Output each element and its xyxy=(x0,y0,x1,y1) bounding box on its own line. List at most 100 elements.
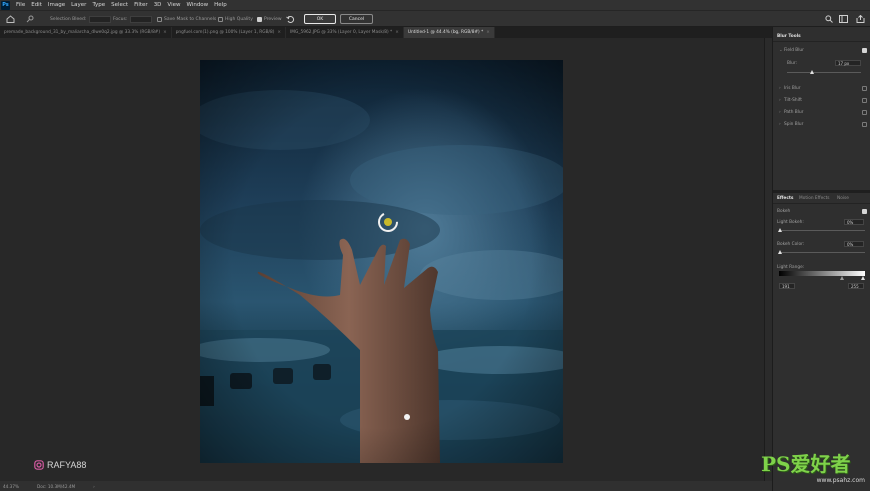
preview-checkbox[interactable] xyxy=(257,17,262,22)
status-bar: 44.37% Doc: 10.3M/42.4M › xyxy=(0,481,772,491)
doc-size: Doc: 10.3M/42.4M xyxy=(37,483,76,489)
light-bokeh-thumb[interactable] xyxy=(778,228,782,232)
tab-document-4[interactable]: Untitled-1 @ 44.4% (bg, RGB/8#) * × xyxy=(403,27,495,38)
instagram-icon xyxy=(34,460,44,470)
iris-blur-row[interactable]: › Iris Blur xyxy=(779,84,867,92)
tab-document-3[interactable]: IMG_5962.JPG @ 33% (Layer 0, Layer Mask/… xyxy=(286,27,404,38)
tab-label: pngfuel.com(1).png @ 100% (Layer 1, RGB/… xyxy=(175,30,275,35)
field-blur-checkbox[interactable] xyxy=(862,47,867,53)
tab-motion-effects[interactable]: Motion Effects xyxy=(799,193,830,203)
zoom-level[interactable]: 44.37% xyxy=(3,484,31,489)
tab-noise[interactable]: Noise xyxy=(837,193,849,203)
focus-option: Focus: xyxy=(113,15,153,24)
selection-bleed-option: Selection Bleed: xyxy=(50,15,112,24)
focus-label: Focus: xyxy=(113,17,128,22)
save-mask-label: Save Mask to Channels xyxy=(164,17,217,22)
tab-document-1[interactable]: premade_background_31_by_maliarcha_dlwe0… xyxy=(0,27,172,38)
menu-select[interactable]: Select xyxy=(111,2,128,8)
workspace-icon[interactable] xyxy=(839,15,848,23)
path-blur-label: Path Blur xyxy=(784,109,804,115)
status-chevron-icon[interactable]: › xyxy=(93,484,95,489)
spin-blur-label: Spin Blur xyxy=(784,121,804,127)
watermark-name: RAFYA88 xyxy=(47,460,87,470)
iris-blur-label: Iris Blur xyxy=(784,85,801,91)
selection-bleed-field[interactable] xyxy=(89,16,112,23)
path-blur-row[interactable]: › Path Blur xyxy=(779,108,867,116)
close-icon[interactable]: × xyxy=(277,30,281,35)
high-quality-checkbox[interactable] xyxy=(218,17,223,22)
menu-bar: Ps File Edit Image Layer Type Select Fil… xyxy=(0,0,870,10)
save-mask-checkbox[interactable] xyxy=(157,17,162,22)
bokeh-checkbox[interactable] xyxy=(862,208,867,214)
blur-slider-track[interactable] xyxy=(787,72,861,73)
bokeh-color-thumb[interactable] xyxy=(778,250,782,254)
stormy-sea-hand-image xyxy=(200,60,563,463)
menu-type[interactable]: Type xyxy=(92,2,105,8)
preview-option[interactable]: Preview xyxy=(257,15,282,24)
blur-tools-title[interactable]: Blur Tools xyxy=(777,31,801,41)
bokeh-color-label: Bokeh Color: xyxy=(777,242,805,247)
selection-bleed-label: Selection Bleed: xyxy=(50,17,87,22)
tab-effects[interactable]: Effects xyxy=(777,193,794,203)
spin-blur-checkbox[interactable] xyxy=(862,121,867,127)
light-range-high-thumb[interactable] xyxy=(861,276,865,280)
site-watermark: PS爱好者 www.psahz.com xyxy=(761,448,869,486)
tab-document-2[interactable]: pngfuel.com(1).png @ 100% (Layer 1, RGB/… xyxy=(172,27,287,38)
light-range-gradient xyxy=(779,271,865,276)
menu-edit[interactable]: Edit xyxy=(31,2,42,8)
menu-layer[interactable]: Layer xyxy=(71,2,86,8)
focus-field[interactable] xyxy=(130,16,153,23)
close-icon[interactable]: × xyxy=(486,30,490,35)
bokeh-color-slider[interactable] xyxy=(779,252,865,253)
path-blur-checkbox[interactable] xyxy=(862,109,867,115)
vertical-scrollbar[interactable] xyxy=(764,38,772,481)
menu-view[interactable]: View xyxy=(167,2,180,8)
photoshop-logo-icon[interactable]: Ps xyxy=(1,0,10,10)
light-range-label: Light Range: xyxy=(777,265,805,270)
light-range-high-field[interactable]: 255 xyxy=(848,283,864,289)
bokeh-label: Bokeh xyxy=(777,208,791,214)
cancel-button[interactable]: Cancel xyxy=(340,14,373,24)
light-range-low-thumb[interactable] xyxy=(840,276,844,280)
light-bokeh-slider[interactable] xyxy=(779,230,865,231)
search-icon[interactable] xyxy=(825,15,833,23)
menu-3d[interactable]: 3D xyxy=(154,2,162,8)
bokeh-row[interactable]: Bokeh xyxy=(777,207,867,215)
tab-label: IMG_5962.JPG @ 33% (Layer 0, Layer Mask/… xyxy=(290,30,393,35)
site-url: www.psahz.com xyxy=(816,477,865,484)
blur-slider-thumb[interactable] xyxy=(809,70,814,74)
menu-image[interactable]: Image xyxy=(48,2,65,8)
panel-divider xyxy=(773,203,870,204)
blur-value-field[interactable]: 17 px xyxy=(835,60,861,66)
close-icon[interactable]: × xyxy=(163,30,167,35)
menu-window[interactable]: Window xyxy=(186,2,208,8)
field-blur-row[interactable]: ⌄ Field Blur xyxy=(779,46,867,54)
menu-file[interactable]: File xyxy=(16,2,25,8)
document-canvas[interactable] xyxy=(200,60,563,463)
menu-help[interactable]: Help xyxy=(214,2,227,8)
tab-label: premade_background_31_by_maliarcha_dlwe0… xyxy=(4,30,161,35)
share-icon[interactable] xyxy=(856,15,865,23)
reset-pins-icon[interactable] xyxy=(286,15,295,24)
save-mask-option[interactable]: Save Mask to Channels xyxy=(157,15,216,24)
spin-blur-row[interactable]: › Spin Blur xyxy=(779,120,867,128)
ok-button[interactable]: OK xyxy=(304,14,336,24)
tilt-shift-checkbox[interactable] xyxy=(862,97,867,103)
close-icon[interactable]: × xyxy=(395,30,399,35)
blur-label: Blur: xyxy=(787,61,798,66)
document-tabs: premade_background_31_by_maliarcha_dlwe0… xyxy=(0,27,772,38)
light-bokeh-label: Light Bokeh: xyxy=(777,220,804,225)
high-quality-option[interactable]: High Quality xyxy=(218,15,253,24)
tilt-shift-row[interactable]: › Tilt-Shift xyxy=(779,96,867,104)
light-range-low-field[interactable]: 191 xyxy=(779,283,795,289)
preview-label: Preview xyxy=(264,17,282,22)
pin-tool-icon[interactable] xyxy=(26,15,35,23)
blur-tools-panel: Blur Tools ⌄ Field Blur Blur: 17 px › Ir… xyxy=(761,27,870,491)
home-icon[interactable] xyxy=(6,15,15,23)
light-bokeh-field[interactable]: 0% xyxy=(844,219,864,225)
bokeh-color-field[interactable]: 0% xyxy=(844,241,864,247)
tilt-shift-label: Tilt-Shift xyxy=(784,97,802,103)
iris-blur-checkbox[interactable] xyxy=(862,85,867,91)
site-logo: PS爱好者 xyxy=(761,452,851,476)
menu-filter[interactable]: Filter xyxy=(134,2,148,8)
